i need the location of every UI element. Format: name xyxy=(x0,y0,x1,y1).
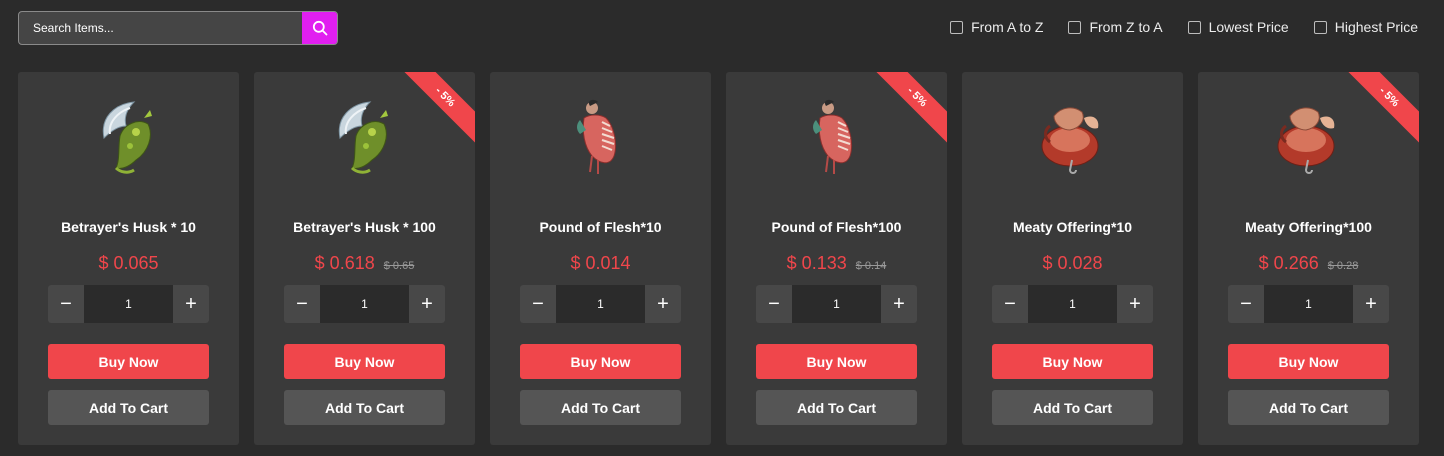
product-name: Meaty Offering*10 xyxy=(1012,219,1133,235)
add-to-cart-button[interactable]: Add To Cart xyxy=(284,390,445,425)
decrease-button[interactable]: − xyxy=(756,285,792,323)
decrease-button[interactable]: − xyxy=(48,285,84,323)
quantity-stepper: − 1 + xyxy=(992,285,1153,323)
buy-now-button[interactable]: Buy Now xyxy=(520,344,681,379)
checkbox[interactable] xyxy=(1187,20,1201,34)
quantity-stepper: − 1 + xyxy=(284,285,445,323)
sort-highest-price[interactable]: Highest Price xyxy=(1313,19,1418,35)
quantity-value[interactable]: 1 xyxy=(84,285,173,323)
increase-button[interactable]: + xyxy=(1117,285,1153,323)
product-name: Betrayer's Husk * 100 xyxy=(293,219,436,235)
product-price: $ 0.133 xyxy=(786,253,847,273)
discount-ribbon: - 5% xyxy=(394,72,475,148)
product-card: Betrayer's Husk * 10 $ 0.065 − 1 + Buy N… xyxy=(18,72,239,445)
sort-label: From Z to A xyxy=(1089,19,1163,35)
pound-of-flesh-icon[interactable] xyxy=(562,96,638,176)
search-icon xyxy=(312,20,327,36)
product-grid: Betrayer's Husk * 10 $ 0.065 − 1 + Buy N… xyxy=(18,72,1419,445)
quantity-stepper: − 1 + xyxy=(520,285,681,323)
product-name: Pound of Flesh*10 xyxy=(539,219,662,235)
add-to-cart-button[interactable]: Add To Cart xyxy=(520,390,681,425)
product-name: Betrayer's Husk * 10 xyxy=(61,219,196,235)
buy-now-button[interactable]: Buy Now xyxy=(992,344,1153,379)
sort-label: Lowest Price xyxy=(1208,19,1289,35)
sort-a-to-z[interactable]: From A to Z xyxy=(950,19,1043,35)
original-price: $ 0.14 xyxy=(855,260,887,272)
increase-button[interactable]: + xyxy=(645,285,681,323)
quantity-stepper: − 1 + xyxy=(756,285,917,323)
discount-ribbon: - 5% xyxy=(1338,72,1419,148)
search-button[interactable] xyxy=(302,12,337,44)
product-card: - 5% Pound of Flesh*100 $ 0.133 $ 0.14 −… xyxy=(726,72,947,445)
betrayers-husk-icon[interactable] xyxy=(326,96,402,176)
product-price: $ 0.618 xyxy=(314,253,375,273)
buy-now-button[interactable]: Buy Now xyxy=(48,344,209,379)
original-price: $ 0.65 xyxy=(383,260,415,272)
checkbox[interactable] xyxy=(1068,20,1082,34)
product-price: $ 0.028 xyxy=(1042,253,1103,273)
sort-lowest-price[interactable]: Lowest Price xyxy=(1187,19,1289,35)
quantity-stepper: − 1 + xyxy=(48,285,209,323)
quantity-value[interactable]: 1 xyxy=(1028,285,1117,323)
sort-label: From A to Z xyxy=(971,19,1044,35)
increase-button[interactable]: + xyxy=(1353,285,1389,323)
product-name: Meaty Offering*100 xyxy=(1245,219,1372,235)
product-price: $ 0.065 xyxy=(98,253,159,273)
price-row: $ 0.065 xyxy=(18,253,239,274)
decrease-button[interactable]: − xyxy=(1228,285,1264,323)
buy-now-button[interactable]: Buy Now xyxy=(1228,344,1389,379)
checkbox[interactable] xyxy=(950,20,964,34)
increase-button[interactable]: + xyxy=(173,285,209,323)
quantity-value[interactable]: 1 xyxy=(556,285,645,323)
original-price: $ 0.28 xyxy=(1327,260,1359,272)
buy-now-button[interactable]: Buy Now xyxy=(756,344,917,379)
sort-label: Highest Price xyxy=(1334,19,1418,35)
checkbox[interactable] xyxy=(1313,20,1327,34)
price-row: $ 0.014 xyxy=(490,253,711,274)
add-to-cart-button[interactable]: Add To Cart xyxy=(48,390,209,425)
product-card: - 5% Betrayer's Husk * 100 $ 0.618 $ 0.6… xyxy=(254,72,475,445)
product-name: Pound of Flesh*100 xyxy=(771,219,902,235)
decrease-button[interactable]: − xyxy=(520,285,556,323)
search-input[interactable] xyxy=(19,12,305,44)
product-price: $ 0.266 xyxy=(1258,253,1319,273)
add-to-cart-button[interactable]: Add To Cart xyxy=(756,390,917,425)
price-row: $ 0.266 $ 0.28 xyxy=(1198,253,1419,274)
buy-now-button[interactable]: Buy Now xyxy=(284,344,445,379)
sort-options: From A to Z From Z to A Lowest Price Hig… xyxy=(950,19,1418,35)
meaty-offering-icon[interactable] xyxy=(1270,96,1346,176)
sort-z-to-a[interactable]: From Z to A xyxy=(1068,19,1163,35)
meaty-offering-icon[interactable] xyxy=(1034,96,1110,176)
betrayers-husk-icon[interactable] xyxy=(90,96,166,176)
decrease-button[interactable]: − xyxy=(992,285,1028,323)
price-row: $ 0.028 xyxy=(962,253,1183,274)
quantity-value[interactable]: 1 xyxy=(792,285,881,323)
quantity-stepper: − 1 + xyxy=(1228,285,1389,323)
add-to-cart-button[interactable]: Add To Cart xyxy=(1228,390,1389,425)
quantity-value[interactable]: 1 xyxy=(320,285,409,323)
decrease-button[interactable]: − xyxy=(284,285,320,323)
discount-ribbon: - 5% xyxy=(866,72,947,148)
price-row: $ 0.618 $ 0.65 xyxy=(254,253,475,274)
price-row: $ 0.133 $ 0.14 xyxy=(726,253,947,274)
increase-button[interactable]: + xyxy=(409,285,445,323)
product-card: Pound of Flesh*10 $ 0.014 − 1 + Buy Now … xyxy=(490,72,711,445)
product-price: $ 0.014 xyxy=(570,253,631,273)
quantity-value[interactable]: 1 xyxy=(1264,285,1353,323)
add-to-cart-button[interactable]: Add To Cart xyxy=(992,390,1153,425)
pound-of-flesh-icon[interactable] xyxy=(798,96,874,176)
product-card: Meaty Offering*10 $ 0.028 − 1 + Buy Now … xyxy=(962,72,1183,445)
product-card: - 5% Meaty Offering*100 $ 0.266 $ 0.28 −… xyxy=(1198,72,1419,445)
increase-button[interactable]: + xyxy=(881,285,917,323)
search-bar xyxy=(18,11,338,45)
